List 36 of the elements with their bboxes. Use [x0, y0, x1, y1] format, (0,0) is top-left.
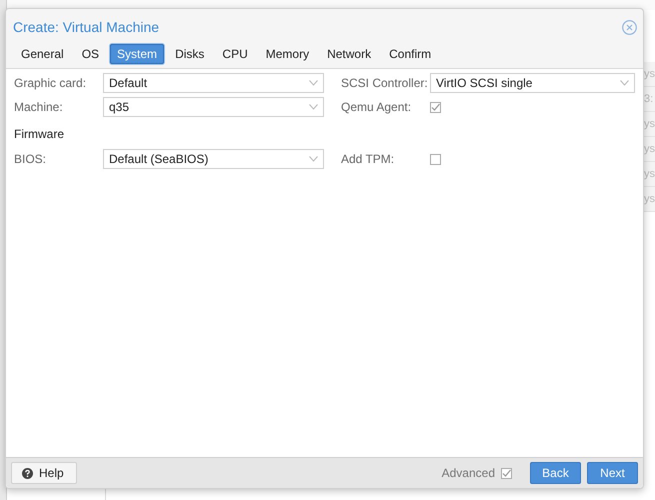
section-heading: Firmware [14, 126, 64, 143]
tab[interactable]: Disks [168, 44, 212, 64]
table-cell: 3: [644, 93, 654, 105]
advanced-label: Advanced [442, 466, 495, 480]
dropdown-field[interactable]: Default (SeaBIOS) [103, 149, 324, 169]
field-label: Add TPM: [341, 152, 396, 166]
dropdown-field[interactable]: Default [103, 73, 324, 93]
table-cell: ys [644, 168, 655, 180]
tab[interactable]: General [14, 44, 71, 64]
window-title: Create: Virtual Machine [13, 19, 160, 35]
checkbox[interactable] [501, 468, 512, 478]
tab[interactable]: OS [74, 44, 106, 64]
tab[interactable]: Memory [258, 44, 316, 64]
caret-icon [309, 80, 318, 86]
tab[interactable]: Network [320, 44, 378, 64]
help-button[interactable]: Help [11, 462, 77, 484]
caret-icon [620, 80, 629, 86]
dropdown-field[interactable]: VirtIO SCSI single [430, 73, 635, 93]
tab[interactable]: Confirm [382, 44, 438, 64]
table-cell: ys [644, 193, 655, 205]
field-label: BIOS: [14, 152, 48, 166]
dropdown-field[interactable]: q35 [103, 97, 324, 117]
close-icon[interactable] [622, 20, 637, 34]
caret-icon [309, 156, 318, 162]
tab[interactable]: CPU [215, 44, 255, 64]
field-label: Graphic card: [14, 76, 88, 90]
checkbox[interactable] [430, 102, 441, 112]
caret-icon [309, 104, 318, 110]
table-cell: ys [644, 68, 655, 80]
checkbox[interactable] [430, 154, 441, 164]
field-label: Qemu Agent: [341, 100, 412, 114]
field-label: Machine: [14, 100, 64, 114]
help-icon [22, 468, 33, 478]
table-cell: ys [644, 143, 655, 155]
field-label: SCSI Controller: [341, 76, 429, 90]
table-cell: ys [644, 118, 655, 130]
